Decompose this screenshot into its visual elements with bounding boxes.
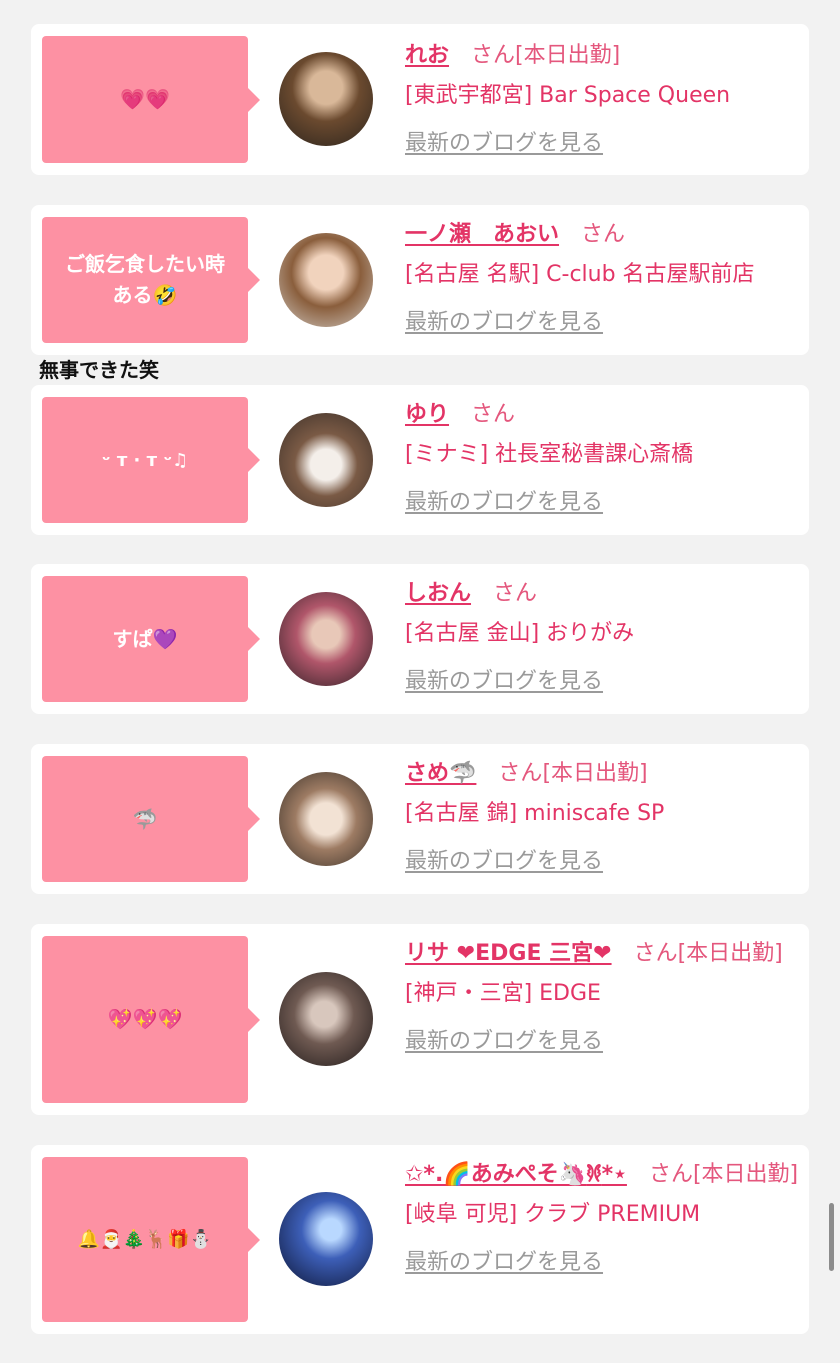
blog-feed: 💗💗 れお さん[本日出勤] [東武宇都宮] Bar Space Queen 最… bbox=[0, 0, 840, 1363]
latest-blog-link[interactable]: 最新のブログを見る bbox=[405, 1029, 603, 1054]
message-bubble: 💖💖💖 bbox=[42, 936, 260, 1103]
avatar[interactable] bbox=[279, 1192, 373, 1286]
honorific: さん bbox=[581, 222, 626, 247]
message-bubble: ᵕ ᴛ · ᴛ ᵕ♫ bbox=[42, 397, 260, 523]
honorific: さん bbox=[648, 1162, 693, 1187]
shop-name: [神戸・三宮] EDGE bbox=[405, 981, 601, 1006]
blog-card[interactable]: 💖💖💖 リサ ❤EDGE 三宮❤ さん[本日出勤] [神戸・三宮] EDGE 最… bbox=[31, 924, 809, 1115]
honorific: さん bbox=[633, 941, 678, 966]
blog-card[interactable]: すぱ💜 しおん さん [名古屋 金山] おりがみ 最新のブログを見る bbox=[31, 564, 809, 714]
honorific: さん bbox=[498, 761, 543, 786]
latest-blog-link[interactable]: 最新のブログを見る bbox=[405, 849, 603, 874]
shop-name: [岐阜 可児] クラブ PREMIUM bbox=[405, 1202, 701, 1227]
cast-name-link[interactable]: ✩*.🌈あみぺそ🦄𐦍*⋆ bbox=[405, 1162, 627, 1187]
honorific: さん bbox=[471, 43, 516, 68]
shop-name: [名古屋 金山] おりがみ bbox=[405, 621, 635, 646]
status-badge: [本日出勤] bbox=[677, 941, 783, 966]
avatar[interactable] bbox=[279, 592, 373, 686]
cast-name-link[interactable]: さめ🦈 bbox=[405, 761, 476, 786]
cast-name-link[interactable]: れお bbox=[405, 43, 449, 68]
message-bubble: 💗💗 bbox=[42, 36, 260, 163]
latest-blog-link[interactable]: 最新のブログを見る bbox=[405, 131, 603, 156]
avatar[interactable] bbox=[279, 772, 373, 866]
status-badge: [本日出勤] bbox=[515, 43, 621, 68]
latest-blog-link[interactable]: 最新のブログを見る bbox=[405, 669, 603, 694]
blog-card[interactable]: 💗💗 れお さん[本日出勤] [東武宇都宮] Bar Space Queen 最… bbox=[31, 24, 809, 175]
message-bubble: 🦈 bbox=[42, 756, 260, 882]
cast-name-link[interactable]: リサ ❤EDGE 三宮❤ bbox=[405, 941, 612, 966]
avatar[interactable] bbox=[279, 413, 373, 507]
overlay-caption: 無事できた笑 bbox=[39, 358, 159, 382]
blog-card[interactable]: 🦈 さめ🦈 さん[本日出勤] [名古屋 錦] miniscafe SP 最新のブ… bbox=[31, 744, 809, 894]
blog-card[interactable]: 🔔🎅🎄🦌🎁⛄ ✩*.🌈あみぺそ🦄𐦍*⋆ さん[本日出勤] [岐阜 可児] クラブ… bbox=[31, 1145, 809, 1334]
blog-card[interactable]: ᵕ ᴛ · ᴛ ᵕ♫ ゆり さん [ミナミ] 社長室秘書課心斎橋 最新のブログを… bbox=[31, 385, 809, 535]
latest-blog-link[interactable]: 最新のブログを見る bbox=[405, 490, 603, 515]
shop-name: [ミナミ] 社長室秘書課心斎橋 bbox=[405, 442, 694, 467]
cast-name-link[interactable]: ゆり bbox=[405, 402, 449, 427]
shop-name: [名古屋 錦] miniscafe SP bbox=[405, 801, 665, 826]
avatar[interactable] bbox=[279, 233, 373, 327]
avatar[interactable] bbox=[279, 972, 373, 1066]
honorific: さん bbox=[471, 402, 516, 427]
shop-name: [名古屋 名駅] C-club 名古屋駅前店 bbox=[405, 262, 755, 287]
cast-name-link[interactable]: 一ノ瀬 あおい bbox=[405, 222, 559, 247]
blog-card[interactable]: ご飯乞食したい時 ある🤣 一ノ瀬 あおい さん [名古屋 名駅] C-club … bbox=[31, 205, 809, 355]
latest-blog-link[interactable]: 最新のブログを見る bbox=[405, 310, 603, 335]
status-badge: [本日出勤] bbox=[542, 761, 648, 786]
avatar[interactable] bbox=[279, 52, 373, 146]
message-bubble: 🔔🎅🎄🦌🎁⛄ bbox=[42, 1157, 260, 1322]
latest-blog-link[interactable]: 最新のブログを見る bbox=[405, 1250, 603, 1275]
status-badge: [本日出勤] bbox=[692, 1162, 799, 1187]
honorific: さん bbox=[493, 581, 538, 606]
message-bubble: すぱ💜 bbox=[42, 576, 260, 702]
message-bubble: ご飯乞食したい時 ある🤣 bbox=[42, 217, 260, 343]
shop-name: [東武宇都宮] Bar Space Queen bbox=[405, 83, 731, 108]
scrollbar-thumb[interactable] bbox=[829, 1203, 834, 1271]
cast-name-link[interactable]: しおん bbox=[405, 581, 471, 606]
